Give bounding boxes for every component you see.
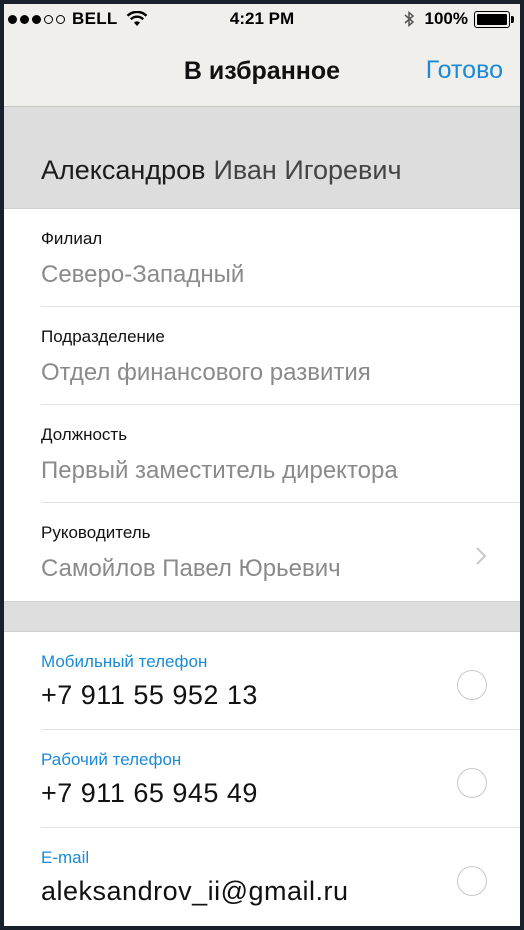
status-right: 100% [403,9,514,29]
contact-label: E-mail [41,848,90,867]
detail-row-manager[interactable]: Руководитель Самойлов Павел Юрьевич [4,503,520,601]
contact-label: Рабочий телефон [41,750,182,769]
phone-screen: BELL 4:21 PM 100% В избранное Готово Але… [4,4,520,926]
contacts-list: Мобильный телефон +7 911 55 952 13 Рабоч… [4,632,520,926]
person-name: Александров Иван Игоревич [41,155,402,186]
section-divider [4,601,520,632]
done-button[interactable]: Готово [426,56,503,85]
detail-value: Отдел финансового развития [41,359,371,386]
detail-row-branch: Филиал Северо-Западный [4,209,520,307]
contact-label: Мобильный телефон [41,652,208,671]
detail-value: Северо-Западный [41,261,245,288]
detail-label: Руководитель [41,523,151,542]
person-name-header: Александров Иван Игоревич [4,107,520,209]
details-list: Филиал Северо-Западный Подразделение Отд… [4,209,520,601]
status-bar: BELL 4:21 PM 100% [4,4,520,32]
detail-row-position: Должность Первый заместитель директора [4,405,520,503]
detail-value: Самойлов Павел Юрьевич [41,555,341,582]
person-first-middle-name: Иван Игоревич [213,155,402,185]
select-radio-button[interactable] [457,670,487,700]
contact-value: aleksandrov_ii@gmail.ru [41,876,349,906]
select-radio-button[interactable] [457,866,487,896]
battery-percent: 100% [424,9,468,28]
contact-row-work[interactable]: Рабочий телефон +7 911 65 945 49 [4,730,520,828]
contact-row-email[interactable]: E-mail aleksandrov_ii@gmail.ru [4,828,520,926]
contact-row-mobile[interactable]: Мобильный телефон +7 911 55 952 13 [4,632,520,730]
detail-value: Первый заместитель директора [41,457,398,484]
select-radio-button[interactable] [457,768,487,798]
chevron-right-icon [476,547,487,565]
detail-label: Должность [41,425,128,444]
detail-label: Подразделение [41,327,165,346]
contact-value: +7 911 65 945 49 [41,778,258,808]
detail-row-department: Подразделение Отдел финансового развития [4,307,520,405]
detail-label: Филиал [41,229,103,248]
navigation-bar: В избранное Готово [4,32,520,107]
bluetooth-icon [404,10,414,28]
contact-value: +7 911 55 952 13 [41,680,258,710]
battery-icon [474,10,514,28]
person-last-name: Александров [41,155,206,185]
